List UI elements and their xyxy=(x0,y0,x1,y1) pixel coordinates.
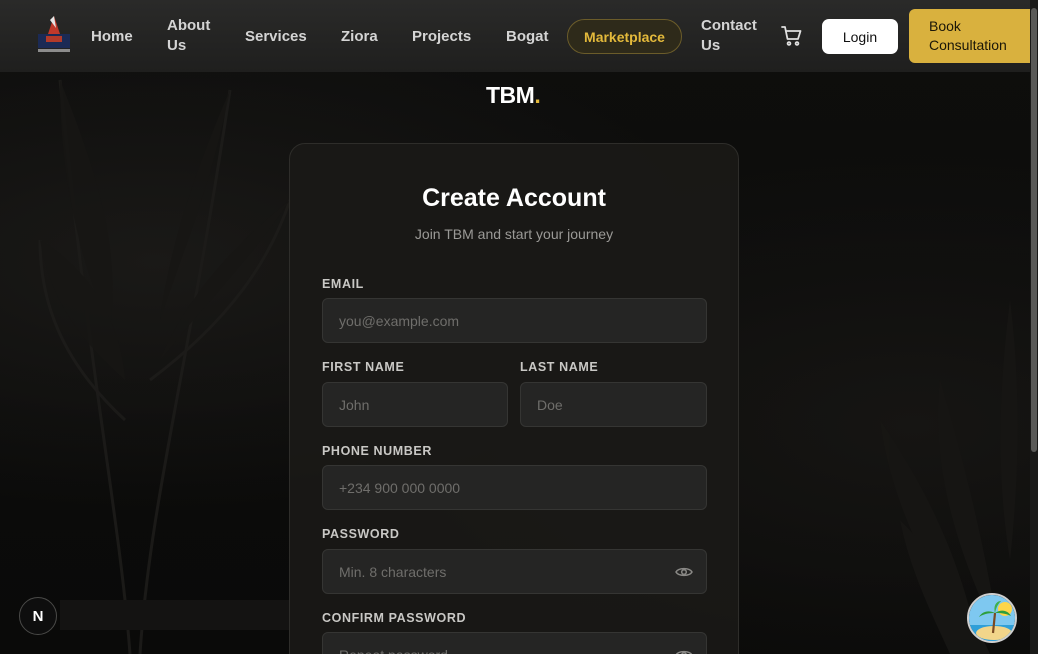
last-name-label: LAST NAME xyxy=(520,360,599,374)
scrollbar-thumb[interactable] xyxy=(1031,8,1037,452)
nav-projects[interactable]: Projects xyxy=(412,27,471,47)
email-label: EMAIL xyxy=(322,277,364,291)
brand-dot: . xyxy=(534,82,541,108)
top-navbar: Home About Us Services Ziora Projects Bo… xyxy=(0,0,1030,72)
first-name-field[interactable] xyxy=(322,382,508,427)
page-title: Create Account xyxy=(422,184,606,212)
nav-about-us[interactable]: About Us xyxy=(167,16,217,56)
brand-name: TBM xyxy=(486,82,535,108)
phone-field[interactable] xyxy=(322,465,707,510)
logo-icon[interactable] xyxy=(34,14,74,56)
book-consultation-button[interactable]: Book Consultation xyxy=(909,9,1030,63)
eye-icon[interactable] xyxy=(675,648,693,654)
password-label: PASSWORD xyxy=(322,527,400,541)
login-button[interactable]: Login xyxy=(822,19,898,54)
eye-icon[interactable] xyxy=(675,565,693,579)
first-name-label: FIRST NAME xyxy=(322,360,405,374)
password-field[interactable] xyxy=(322,549,707,594)
page-subtitle: Join TBM and start your journey xyxy=(414,226,614,242)
confirm-password-field[interactable] xyxy=(322,632,707,654)
dev-tools-badge[interactable]: N xyxy=(19,597,57,635)
last-name-field[interactable] xyxy=(520,382,707,427)
nav-bogat[interactable]: Bogat xyxy=(506,27,549,47)
marketplace-button[interactable]: Marketplace xyxy=(567,19,682,54)
beach-avatar-icon[interactable] xyxy=(967,593,1017,643)
cart-icon[interactable] xyxy=(781,25,803,47)
brand-wordmark: TBM. xyxy=(486,82,541,109)
nav-contact-us[interactable]: Contact Us xyxy=(701,16,763,56)
confirm-password-label: CONFIRM PASSWORD xyxy=(322,611,467,625)
email-field[interactable] xyxy=(322,298,707,343)
nav-services[interactable]: Services xyxy=(245,27,307,47)
nav-ziora[interactable]: Ziora xyxy=(341,27,378,47)
phone-label: PHONE NUMBER xyxy=(322,444,432,458)
nav-home[interactable]: Home xyxy=(91,27,133,47)
